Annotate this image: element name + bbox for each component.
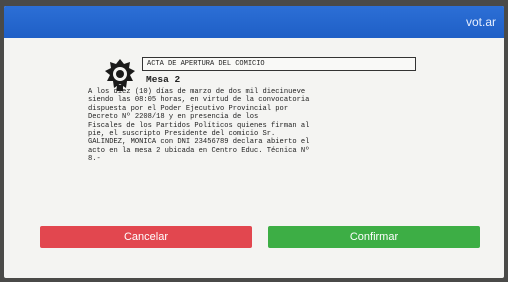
document-title: ACTA DE APERTURA DEL COMICIO [142,57,416,71]
cancel-button-label: Cancelar [123,231,169,243]
confirm-button-label: Confirmar [349,231,399,243]
brand-label: vot.ar [465,15,496,29]
mesa-label: Mesa 2 [146,74,181,85]
acta-document: ACTA DE APERTURA DEL COMICIO Mesa 2 A lo… [82,54,422,204]
top-bar: vot.ar [4,6,504,38]
provincial-seal-icon [105,59,135,91]
confirm-button[interactable]: Confirmar [268,226,480,248]
document-body: A los diez (10) días de marzo de dos mil… [88,88,310,164]
voting-screen: vot.ar ACTA DE APERTURA DEL COMICIO Mesa… [4,6,504,278]
cancel-button[interactable]: Cancelar [40,226,252,248]
